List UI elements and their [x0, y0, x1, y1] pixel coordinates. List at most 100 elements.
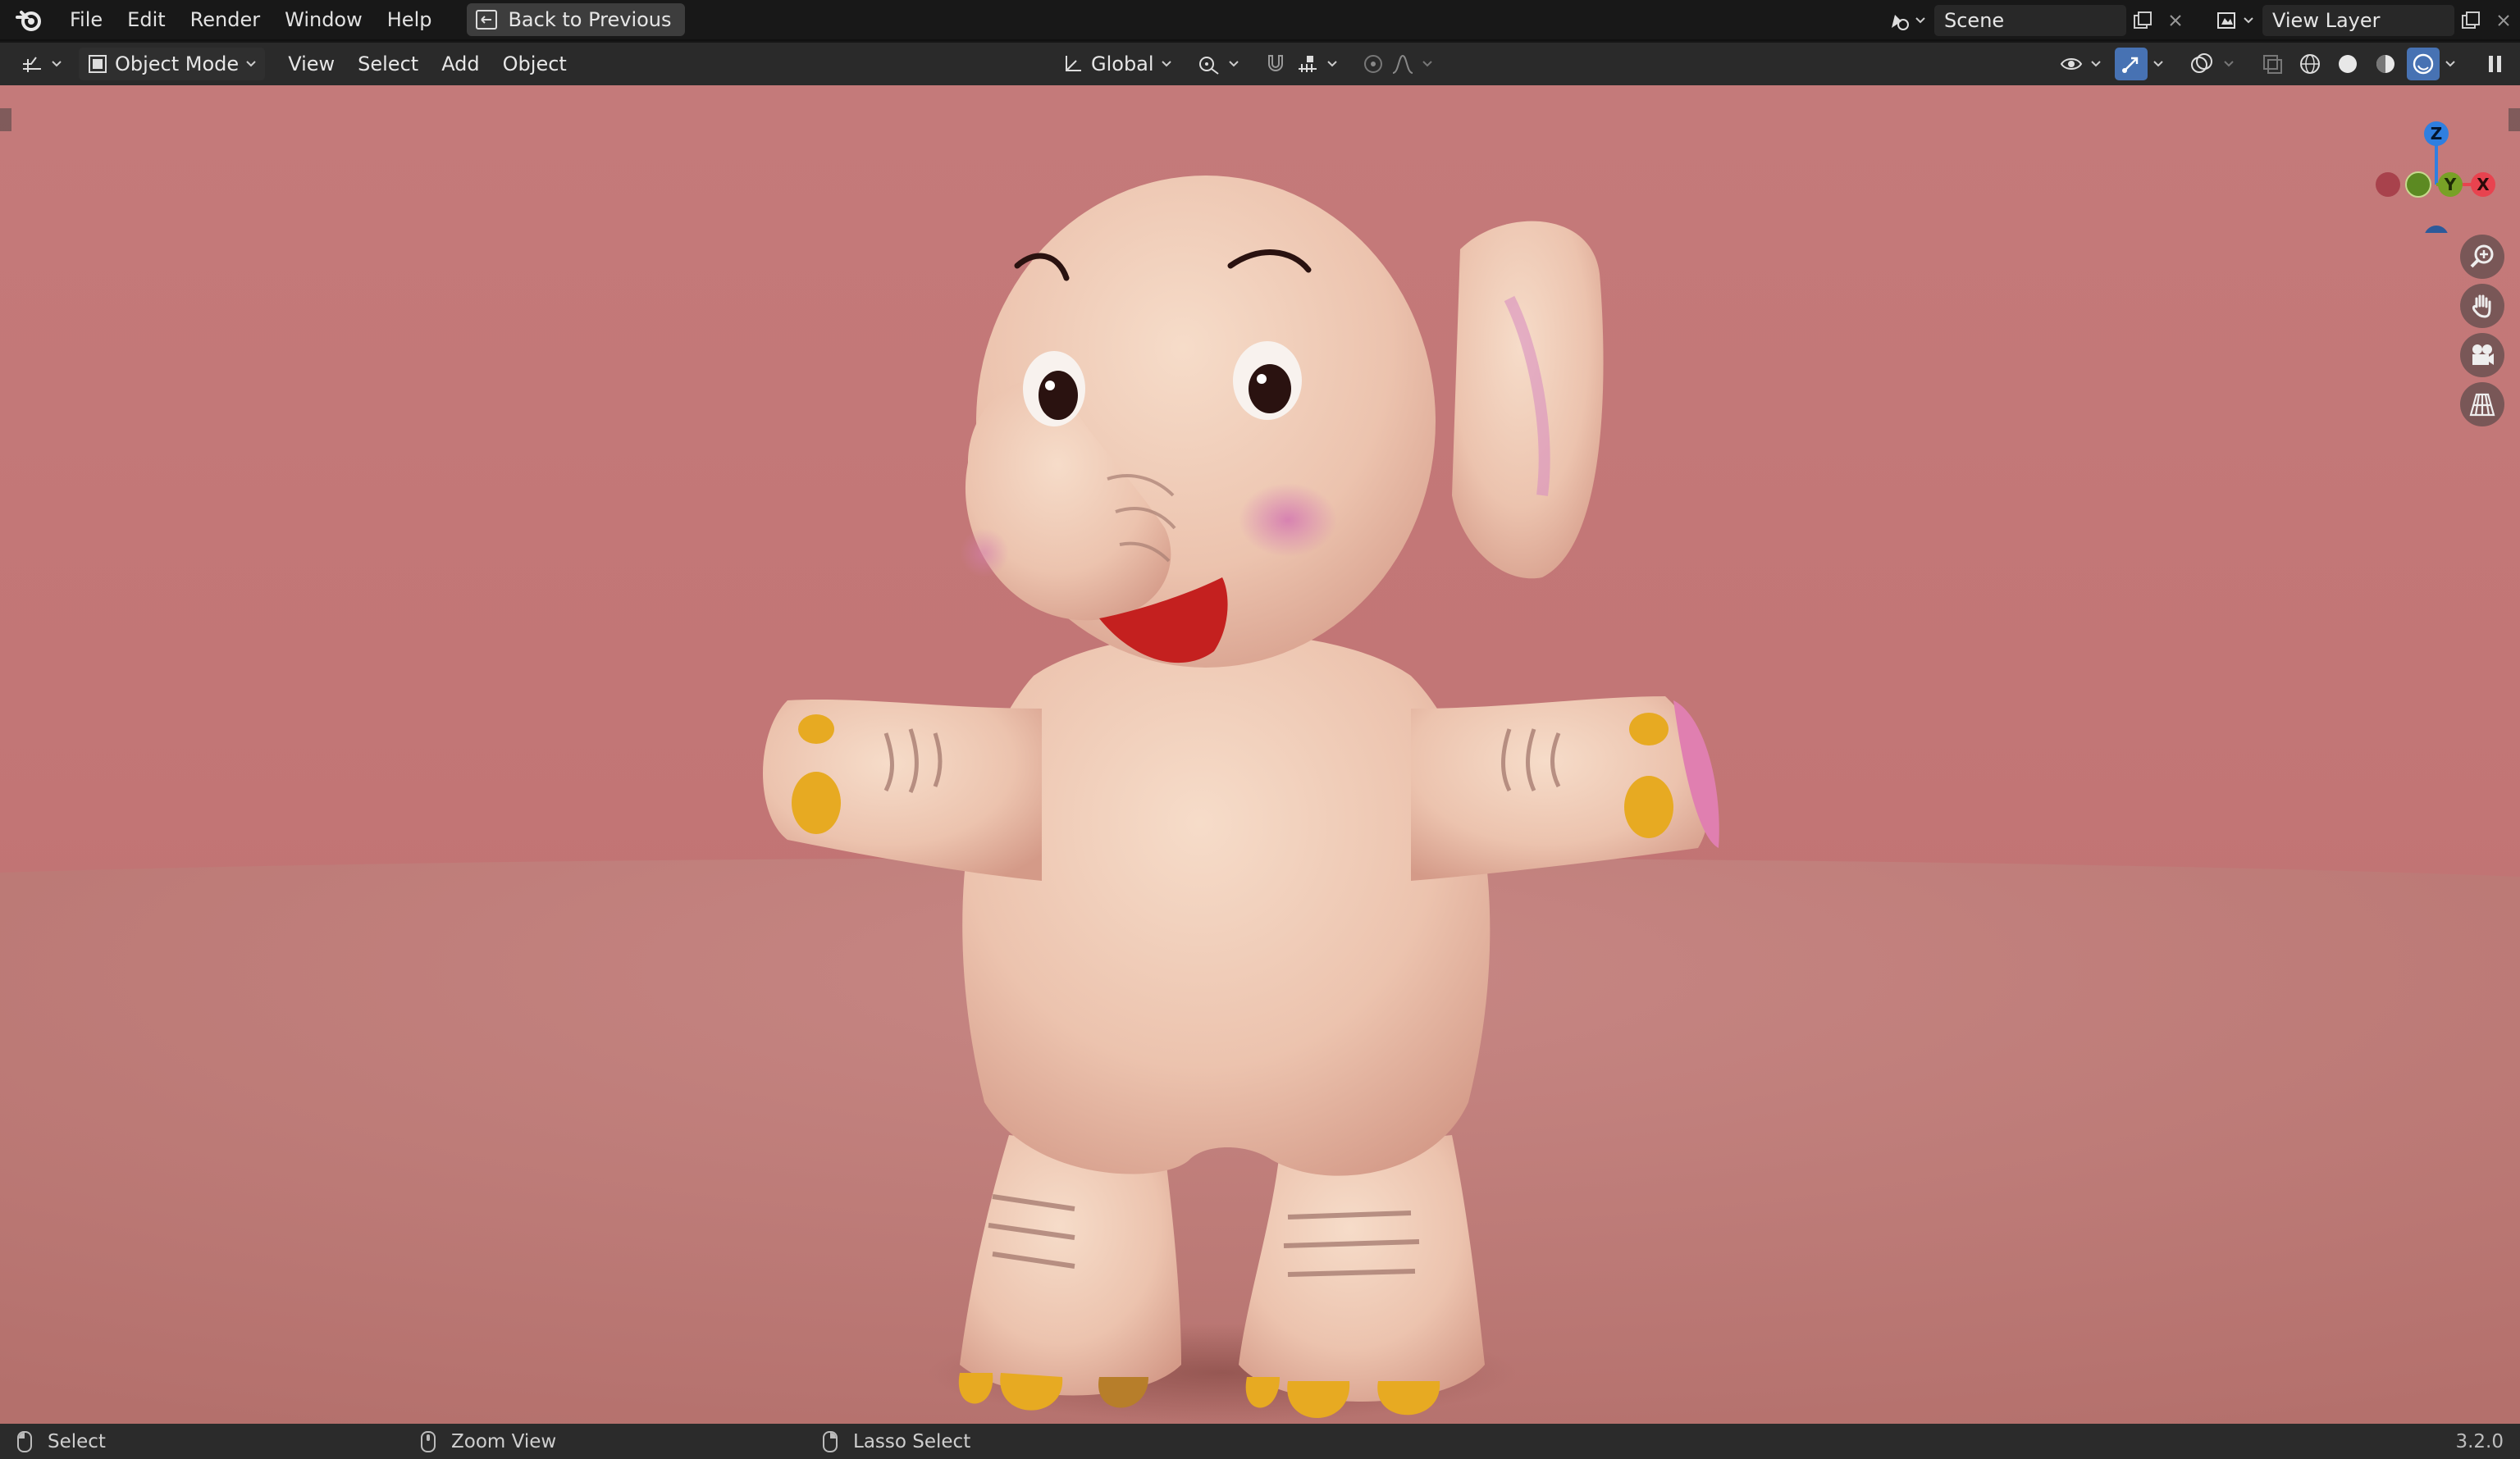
- menu-render[interactable]: Render: [178, 0, 272, 39]
- zoom-button[interactable]: [2460, 235, 2504, 279]
- xray-toggle-button[interactable]: [2256, 48, 2289, 80]
- chevron-down-icon: [1422, 61, 1432, 67]
- rendered-scene: [0, 176, 2520, 1424]
- chevron-down-icon: [52, 61, 62, 67]
- scene-selector-button[interactable]: [1879, 0, 1934, 41]
- chevron-down-icon: [1228, 61, 1239, 67]
- chevron-down-icon: [2091, 61, 2101, 67]
- version-label: 3.2.0: [2455, 1430, 2504, 1452]
- mode-dropdown[interactable]: Object Mode: [79, 48, 266, 80]
- menu-object[interactable]: Object: [491, 52, 578, 75]
- delete-scene-button[interactable]: [2159, 5, 2192, 36]
- overlays-icon: [2191, 53, 2212, 73]
- pan-button[interactable]: [2460, 284, 2504, 328]
- close-icon: [2170, 15, 2181, 26]
- mouse-right-icon: [823, 1430, 838, 1452]
- magnet-icon: [1267, 55, 1283, 71]
- camera-icon: [2472, 344, 2494, 365]
- mouse-middle-icon: [421, 1430, 436, 1452]
- scene-icon: [1892, 15, 1909, 30]
- svg-text:Y: Y: [2444, 175, 2457, 194]
- chevron-down-icon: [2244, 17, 2253, 24]
- menu-edit[interactable]: Edit: [115, 0, 177, 39]
- status-select-label: Select: [48, 1430, 106, 1452]
- menu-file[interactable]: File: [57, 0, 115, 39]
- pivot-icon: [1198, 57, 1219, 75]
- 3d-viewport[interactable]: X Y Z: [0, 85, 2520, 1424]
- zoom-icon: [2470, 244, 2494, 268]
- neg-z-axis: [2424, 226, 2449, 250]
- shading-material-button[interactable]: [2369, 48, 2402, 80]
- chevron-down-icon[interactable]: [2445, 58, 2456, 70]
- hand-pan-icon: [2472, 294, 2491, 318]
- eye-icon: [2060, 58, 2083, 70]
- svg-text:Z: Z: [2431, 124, 2443, 144]
- overlays-toggle-button[interactable]: [2185, 48, 2218, 80]
- menu-window[interactable]: Window: [272, 0, 375, 39]
- viewport-header: Object Mode View Select Add Object Globa…: [0, 43, 2520, 85]
- neg-y-axis: [2405, 171, 2431, 198]
- chevron-down-icon[interactable]: [2223, 58, 2235, 70]
- svg-text:X: X: [2477, 175, 2490, 194]
- new-scene-button[interactable]: [2126, 5, 2159, 36]
- gizmo-toggle-button[interactable]: [2115, 48, 2148, 80]
- status-zoom-label: Zoom View: [451, 1430, 557, 1452]
- chevron-down-icon[interactable]: [2152, 58, 2164, 70]
- chevron-down-icon: [1915, 17, 1925, 24]
- view-layer-icon: [2217, 12, 2235, 29]
- right-ear: [1452, 221, 1604, 579]
- mouse-left-icon: [17, 1430, 32, 1452]
- proportional-edit-toggle[interactable]: [1354, 48, 1441, 80]
- toolbar-toggle-tab[interactable]: [0, 108, 11, 131]
- back-screen-icon: [476, 10, 498, 30]
- falloff-curve-icon: [1392, 54, 1413, 74]
- duplicate-icon: [2134, 11, 2152, 29]
- menu-select[interactable]: Select: [346, 52, 430, 75]
- orientation-label: Global: [1091, 52, 1154, 75]
- new-view-layer-button[interactable]: [2454, 5, 2487, 36]
- perspective-grid-icon: [2469, 393, 2495, 417]
- navigation-gizmo[interactable]: X Y Z: [2362, 102, 2502, 250]
- neg-x-axis: [2376, 172, 2400, 197]
- transform-orientation-dropdown[interactable]: Global: [1053, 48, 1180, 80]
- status-select-hint: Select: [16, 1430, 106, 1453]
- chevron-down-icon: [246, 61, 256, 67]
- chevron-down-icon: [1326, 61, 1337, 67]
- sidebar-toggle-tab[interactable]: [2509, 108, 2520, 131]
- back-to-previous-label: Back to Previous: [508, 8, 672, 31]
- visibility-dropdown[interactable]: [2051, 48, 2110, 80]
- status-lasso-label: Lasso Select: [853, 1430, 971, 1452]
- chevron-down-icon: [1161, 61, 1171, 67]
- pause-render-button[interactable]: [2479, 48, 2512, 80]
- viewport-editor-icon: [23, 57, 41, 72]
- scene-name-field[interactable]: Scene: [1934, 5, 2126, 36]
- shading-solid-button[interactable]: [2331, 48, 2364, 80]
- shading-wireframe-button[interactable]: [2294, 48, 2326, 80]
- snap-increment-icon: [1298, 56, 1317, 72]
- snap-toggle[interactable]: [1256, 48, 1346, 80]
- pivot-point-dropdown[interactable]: [1189, 48, 1248, 80]
- close-icon: [2498, 15, 2509, 26]
- menu-add[interactable]: Add: [430, 52, 491, 75]
- gizmo-icon: [2122, 57, 2139, 73]
- top-bar: File Edit Render Window Help Back to Pre…: [0, 0, 2520, 41]
- view-layer-selector-button[interactable]: [2207, 0, 2262, 41]
- editor-type-dropdown[interactable]: [11, 48, 71, 80]
- perspective-toggle-button[interactable]: [2460, 382, 2504, 426]
- orientation-icon: [1066, 56, 1081, 71]
- axis-gizmo[interactable]: X Y Z: [2362, 102, 2502, 250]
- view-layer-name-field[interactable]: View Layer: [2262, 5, 2454, 36]
- delete-view-layer-button[interactable]: [2487, 5, 2520, 36]
- solid-sphere-icon: [2339, 55, 2357, 73]
- menu-view[interactable]: View: [276, 52, 346, 75]
- object-mode-icon: [89, 55, 107, 73]
- back-to-previous-button[interactable]: Back to Previous: [467, 3, 685, 36]
- blender-logo-icon[interactable]: [0, 0, 57, 39]
- shading-rendered-button[interactable]: [2407, 48, 2440, 80]
- xray-icon: [2263, 55, 2282, 74]
- menu-help[interactable]: Help: [375, 0, 445, 39]
- pause-icon: [2489, 56, 2501, 72]
- camera-view-button[interactable]: [2460, 333, 2504, 377]
- proportional-edit-icon: [1363, 55, 1382, 73]
- mode-label: Object Mode: [115, 52, 240, 75]
